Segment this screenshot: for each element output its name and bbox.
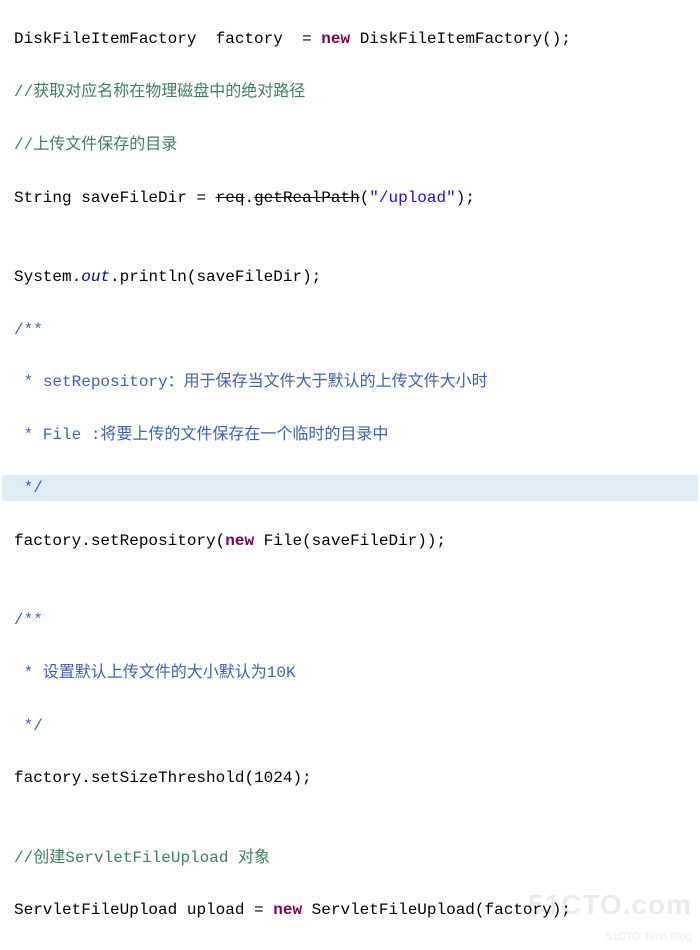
code-line-6: System.out.println(saveFileDir); xyxy=(2,264,698,290)
code-line-16: factory.setSizeThreshold(1024); xyxy=(2,765,698,791)
code-line-15: */ xyxy=(2,713,698,739)
comment: //获取对应名称在物理磁盘中的绝对路径 xyxy=(14,83,305,101)
code-block: DiskFileItemFactory factory = new DiskFi… xyxy=(0,0,700,950)
code-line-18: //创建ServletFileUpload 对象 xyxy=(2,845,698,871)
code-line-11: factory.setRepository(new File(saveFileD… xyxy=(2,528,698,554)
javadoc-start: /** xyxy=(14,611,43,629)
code-line-8: * setRepository：用于保存当文件大于默认的上传文件大小时 xyxy=(2,369,698,395)
type-name: DiskFileItemFactory xyxy=(360,30,542,48)
code-line-4: String saveFileDir = req.getRealPath("/u… xyxy=(2,185,698,211)
type-name: ServletFileUpload xyxy=(14,901,177,919)
code-line-7: /** xyxy=(2,317,698,343)
code-line-2: //获取对应名称在物理磁盘中的绝对路径 xyxy=(2,79,698,105)
keyword-new: new xyxy=(321,30,350,48)
static-field-out: out xyxy=(81,268,110,286)
variable: factory xyxy=(216,30,283,48)
code-line-1: DiskFileItemFactory factory = new DiskFi… xyxy=(2,26,698,52)
string-literal: "/upload" xyxy=(369,189,455,207)
type-name: ServletFileUpload xyxy=(312,901,475,919)
javadoc-end: */ xyxy=(14,479,43,497)
javadoc-start: /** xyxy=(14,321,43,339)
keyword-new: new xyxy=(273,901,302,919)
code-line-14: * 设置默认上传文件的大小默认为10K xyxy=(2,660,698,686)
code-line-13: /** xyxy=(2,607,698,633)
code-line-10: */ xyxy=(2,475,698,501)
req-object: req xyxy=(216,189,245,207)
type-name: DiskFileItemFactory xyxy=(14,30,196,48)
comment: //上传文件保存的目录 xyxy=(14,136,177,154)
code-line-3: //上传文件保存的目录 xyxy=(2,132,698,158)
code-line-9: * File :将要上传的文件保存在一个临时的目录中 xyxy=(2,422,698,448)
javadoc-end: */ xyxy=(14,717,43,735)
code-line-19: ServletFileUpload upload = new ServletFi… xyxy=(2,897,698,923)
method-getrealpath: getRealPath xyxy=(254,189,360,207)
